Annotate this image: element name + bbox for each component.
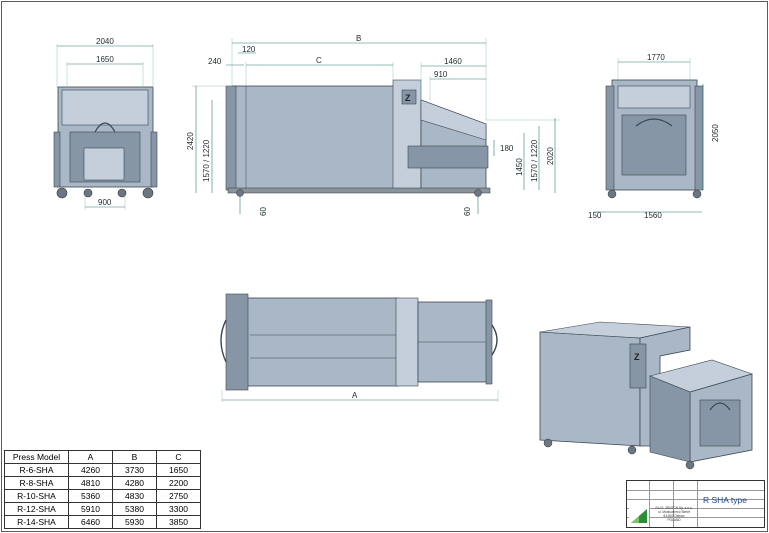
- dim-side-offset-120: 120: [242, 45, 256, 54]
- dim-top-overall-length: A: [352, 391, 358, 400]
- table-cell-a: 5910: [68, 502, 113, 516]
- table-row: R-6-SHA 4260 3730 1650: [4, 463, 201, 477]
- table-row: R-14-SHA 6460 5930 3850: [4, 515, 201, 529]
- table-cell-c: 3850: [156, 515, 201, 529]
- table-header-c: C: [156, 450, 201, 464]
- table-cell-model: R-6-SHA: [4, 463, 69, 477]
- table-header-row: Press Model A B C: [4, 450, 201, 464]
- table-header-model: Press Model: [4, 450, 69, 464]
- title-block: R SHA type P.U.S. ZENTCH Sp. z o.o. ul. …: [626, 480, 765, 528]
- table-cell-a: 6460: [68, 515, 113, 529]
- badge-side: Z: [405, 93, 411, 103]
- table-row: R-8-SHA 4810 4280 2200: [4, 476, 201, 490]
- dim-side-wheel-left: 60: [259, 207, 268, 216]
- table-row: R-12-SHA 5910 5380 3300: [4, 502, 201, 516]
- table-cell-a: 4260: [68, 463, 113, 477]
- table-cell-c: 3300: [156, 502, 201, 516]
- dim-side-hopper-opening: 910: [434, 70, 448, 79]
- dim-side-hopper-height: 1450: [515, 158, 524, 176]
- dim-front-bottom-width: 900: [98, 198, 112, 207]
- side-view: Z B 120 240 C 1460 910 2420 1570 / 1220: [186, 34, 560, 216]
- dim-side-container-length: C: [316, 56, 322, 65]
- dim-side-hopper-length: 1460: [444, 57, 462, 66]
- company-address: P.U.S. ZENTCH Sp. z o.o. ul. Mostowierno…: [651, 506, 697, 522]
- table-cell-b: 4830: [112, 489, 157, 503]
- table-header-a: A: [68, 450, 113, 464]
- table-cell-model: R-8-SHA: [4, 476, 69, 490]
- table-cell-a: 5360: [68, 489, 113, 503]
- title-block-title: R SHA type: [703, 495, 747, 505]
- table-header-b: B: [112, 450, 157, 464]
- dim-side-total-length: B: [356, 34, 361, 43]
- table-cell-c: 1650: [156, 463, 201, 477]
- dim-side-rear-height: 2020: [546, 147, 555, 165]
- badge-iso: Z: [634, 352, 640, 362]
- dim-side-offset-240: 240: [208, 57, 222, 66]
- table-cell-model: R-12-SHA: [4, 502, 69, 516]
- front-view: 2040 1650 900: [53, 37, 158, 210]
- dim-side-total-height: 2420: [186, 132, 195, 150]
- table-cell-c: 2750: [156, 489, 201, 503]
- table-cell-b: 3730: [112, 463, 157, 477]
- dim-rear-height: 2050: [711, 124, 720, 142]
- dim-side-wheel-right: 60: [463, 207, 472, 216]
- dim-rear-bottom-width: 1560: [644, 211, 662, 220]
- table-cell-b: 5380: [112, 502, 157, 516]
- table-cell-c: 2200: [156, 476, 201, 490]
- dim-rear-offset: 150: [588, 211, 602, 220]
- isometric-view: Z: [539, 321, 753, 470]
- rear-view: 1770 2050 1560 150: [588, 53, 720, 220]
- press-model-spec-table: Press Model A B C R-6-SHA 4260 3730 1650…: [4, 450, 201, 529]
- drawing-sheet: 2040 1650 900 Z B 120 240 C 1460 910 242…: [0, 0, 769, 533]
- company-line: POLAND: [667, 518, 681, 522]
- dim-side-hopper-lip: 180: [500, 144, 514, 153]
- table-cell-model: R-14-SHA: [4, 515, 69, 529]
- table-cell-model: R-10-SHA: [4, 489, 69, 503]
- table-cell-b: 4280: [112, 476, 157, 490]
- table-row: R-10-SHA 5360 4830 2750: [4, 489, 201, 503]
- table-cell-a: 4810: [68, 476, 113, 490]
- dim-front-inner-width: 1650: [96, 55, 114, 64]
- dim-side-loading-height: 1570 / 1220: [530, 139, 539, 182]
- dim-rear-top-width: 1770: [647, 53, 665, 62]
- company-logo-icon: [629, 507, 649, 525]
- dim-side-container-height: 1570 / 1220: [202, 139, 211, 182]
- dim-front-overall-width: 2040: [96, 37, 114, 46]
- top-view: A: [220, 293, 499, 402]
- table-cell-b: 5930: [112, 515, 157, 529]
